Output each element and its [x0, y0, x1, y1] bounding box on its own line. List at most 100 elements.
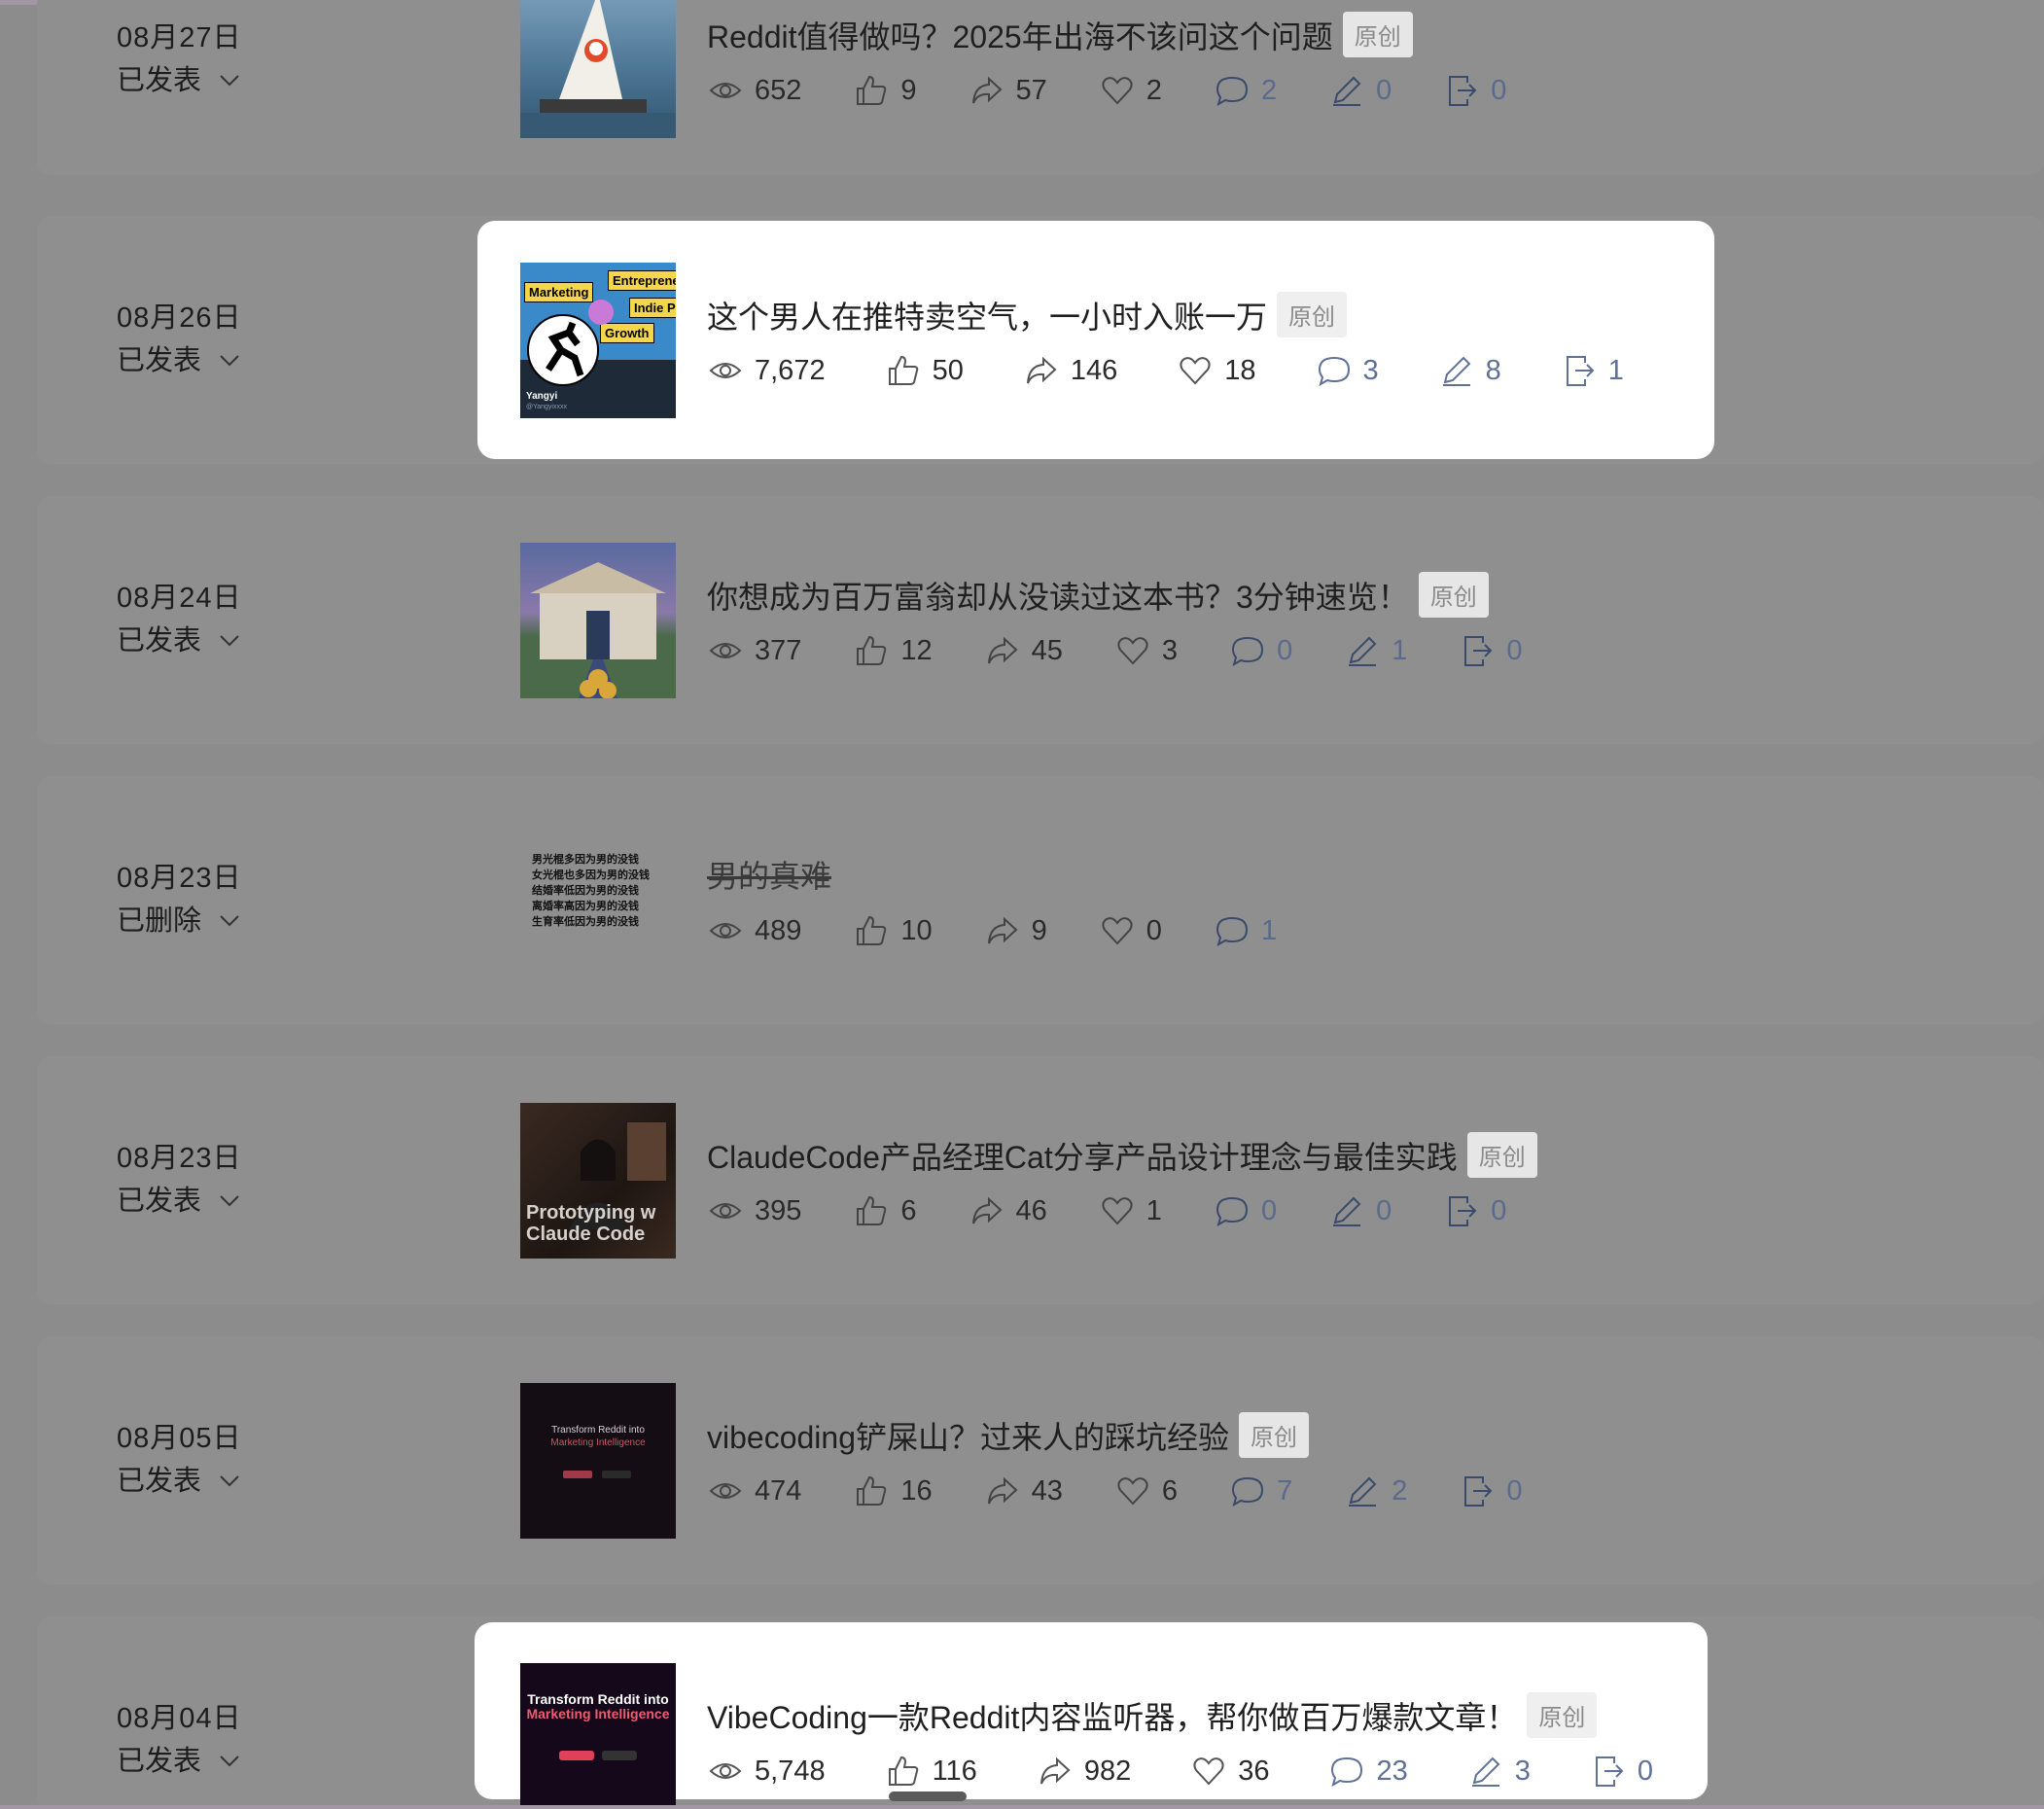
stats-bar: 395 6 46 1 0 0 0 [708, 1193, 1559, 1228]
views-stat: 5,748 [708, 1754, 826, 1789]
status-dropdown[interactable]: 已发表 [117, 1465, 242, 1498]
edit-stat[interactable]: 0 [1329, 1193, 1392, 1228]
repost-stat[interactable]: 0 [1460, 1473, 1522, 1508]
article-row[interactable] [37, 1056, 2044, 1304]
status-dropdown[interactable]: 已发表 [117, 624, 242, 657]
article-thumbnail[interactable]: Marketing Entreprene Indie Pr Growth Yan… [520, 263, 676, 418]
article-title[interactable]: VibeCoding一款Reddit内容监听器，帮你做百万爆款文章！ [707, 1693, 1517, 1738]
thumb-tag: Growth [600, 323, 654, 343]
article-title[interactable]: Reddit值得做吗？2025年出海不该问这个问题 [707, 13, 1333, 57]
article-title-line: 男的真难 [707, 852, 831, 897]
eye-icon [709, 1763, 742, 1779]
comments-stat[interactable]: 2 [1215, 73, 1277, 108]
comments-stat[interactable]: 0 [1215, 1193, 1277, 1228]
status-label: 已发表 [117, 345, 202, 376]
article-thumbnail[interactable]: 男光棍多因为男的没钱 女光棍也多因为男的没钱 结婚率低因为男的没钱 离婚率高因为… [520, 823, 676, 978]
comment-icon [1232, 1476, 1264, 1508]
thumb-line: 结婚率低因为男的没钱 [532, 885, 639, 897]
sailboat-icon [520, 0, 676, 138]
article-thumbnail[interactable]: Transform Reddit into Marketing Intellig… [520, 1663, 676, 1805]
chevron-down-icon [220, 1475, 239, 1487]
likes-stat: 16 [854, 1473, 933, 1508]
article-title[interactable]: vibecoding铲屎山？过来人的踩坑经验 [707, 1413, 1229, 1458]
shares-stat: 45 [985, 633, 1063, 668]
thumb-line: 离婚率高因为男的没钱 [532, 901, 639, 912]
repost-stat[interactable]: 0 [1444, 73, 1506, 108]
article-thumbnail[interactable] [520, 0, 676, 138]
thumb-heading: Transform Reddit into [551, 1425, 645, 1436]
comments-stat[interactable]: 7 [1230, 1473, 1292, 1508]
comments-stat[interactable]: 23 [1329, 1754, 1408, 1789]
status-dropdown[interactable]: 已发表 [117, 344, 242, 377]
status-dropdown[interactable]: 已发表 [117, 1185, 242, 1218]
article-thumbnail[interactable] [520, 543, 676, 698]
status-label: 已发表 [117, 1466, 202, 1497]
shares-stat: 9 [985, 913, 1047, 948]
publish-date: 08月27日 [117, 22, 242, 53]
article-title-line: Reddit值得做吗？2025年出海不该问这个问题 原创 [707, 12, 1413, 57]
status-label: 已发表 [117, 65, 202, 96]
favorites-stat: 6 [1115, 1473, 1178, 1508]
status-dropdown[interactable]: 已删除 [117, 904, 242, 938]
date-column: 08月27日 已发表 [117, 21, 242, 97]
article-list: 08月27日 已发表 Reddit值得做吗？2025年出海不该问这个问题 原创 … [0, 0, 2044, 1809]
shares-stat: 46 [969, 1193, 1047, 1228]
article-title[interactable]: 你想成为百万富翁却从没读过这本书？3分钟速览！ [707, 573, 1409, 618]
repost-icon [1464, 636, 1493, 666]
thumbs-up-icon [888, 1756, 918, 1786]
thumb-heading-accent: Marketing Intelligence [550, 1437, 646, 1448]
repost-stat[interactable]: 0 [1591, 1754, 1653, 1789]
heart-icon [1117, 1477, 1148, 1506]
thumb-line: 男光棍多因为男的没钱 [532, 854, 639, 866]
date-column: 08月26日 已发表 [117, 302, 242, 377]
article-row[interactable] [37, 1336, 2044, 1584]
status-dropdown[interactable]: 已发表 [117, 1745, 242, 1778]
article-title[interactable]: 男的真难 [707, 852, 831, 897]
status-dropdown[interactable]: 已发表 [117, 64, 242, 97]
views-stat: 7,672 [708, 353, 826, 388]
share-arrow-icon [1026, 356, 1057, 384]
edit-stat[interactable]: 8 [1439, 353, 1501, 388]
repost-icon [1464, 1476, 1493, 1507]
edit-stat[interactable]: 2 [1345, 1473, 1407, 1508]
eye-icon [709, 83, 742, 98]
shares-stat: 982 [1038, 1754, 1131, 1789]
repost-stat[interactable]: 1 [1562, 353, 1624, 388]
edit-stat[interactable]: 1 [1345, 633, 1407, 668]
original-badge: 原创 [1466, 1132, 1537, 1178]
article-thumbnail[interactable]: Prototyping w Claude Code [520, 1103, 676, 1259]
repost-stat[interactable]: 0 [1460, 633, 1522, 668]
article-row[interactable] [37, 776, 2044, 1024]
article-title[interactable]: ClaudeCode产品经理Cat分享产品设计理念与最佳实践 [707, 1133, 1458, 1178]
comments-stat[interactable]: 3 [1317, 353, 1379, 388]
scroll-handle[interactable] [889, 1791, 967, 1801]
edit-stat[interactable]: 3 [1468, 1754, 1531, 1789]
comments-stat[interactable]: 0 [1230, 633, 1292, 668]
date-column: 08月23日 已发表 [117, 1142, 242, 1218]
heart-icon [1180, 357, 1211, 385]
chevron-down-icon [220, 1195, 239, 1207]
publish-date: 08月04日 [117, 1703, 242, 1734]
status-label: 已发表 [117, 625, 202, 656]
favorites-stat: 1 [1100, 1193, 1162, 1228]
article-title-line: vibecoding铲屎山？过来人的踩坑经验 原创 [707, 1412, 1310, 1458]
favorites-stat: 3 [1115, 633, 1178, 668]
article-thumbnail[interactable]: Transform Reddit into Marketing Intellig… [520, 1383, 676, 1539]
pencil-icon [1442, 356, 1471, 386]
comments-stat[interactable]: 1 [1215, 913, 1277, 948]
likes-stat: 116 [886, 1754, 977, 1789]
heart-icon [1117, 637, 1148, 665]
comment-icon [1331, 1756, 1363, 1788]
date-column: 08月04日 已发表 [117, 1702, 242, 1778]
stats-bar: 652 9 57 2 2 0 0 [708, 73, 1559, 108]
date-column: 08月23日 已删除 [117, 862, 242, 938]
edit-stat[interactable]: 0 [1329, 73, 1392, 108]
publish-date: 08月23日 [117, 1143, 242, 1174]
repost-stat[interactable]: 0 [1444, 1193, 1506, 1228]
article-title[interactable]: 这个男人在推特卖空气，一小时入账一万 [707, 293, 1267, 337]
share-arrow-icon [987, 636, 1018, 664]
thumb-heading: Transform Reddit into [527, 1691, 669, 1707]
favorites-stat: 18 [1178, 353, 1256, 388]
original-badge: 原创 [1277, 292, 1348, 337]
article-row[interactable] [37, 496, 2044, 744]
